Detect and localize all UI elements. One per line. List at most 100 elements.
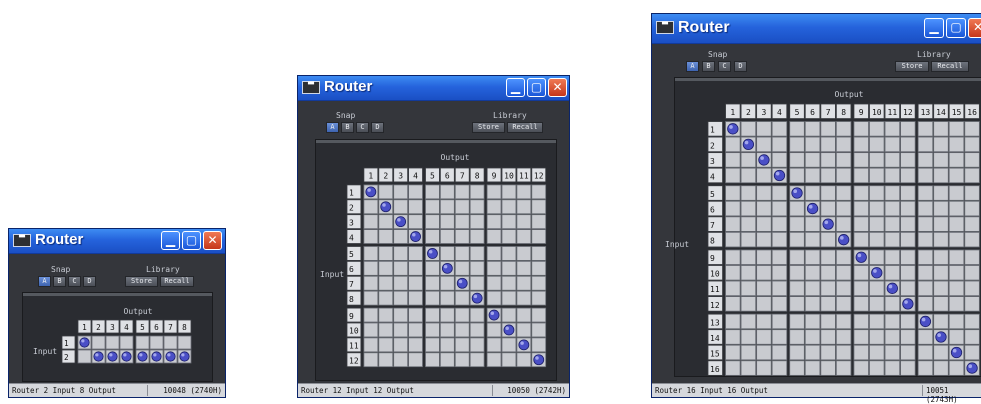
matrix-cell-7-2[interactable] [378,275,394,291]
matrix-cell-8-16[interactable] [964,231,980,248]
matrix-cell-12-11[interactable] [516,352,532,368]
matrix-cell-3-6[interactable] [804,152,821,168]
route-dot-13-13[interactable] [919,315,932,328]
matrix-cell-10-1[interactable] [725,265,741,281]
matrix-cell-11-13[interactable] [917,280,934,296]
matrix-cell-7-11[interactable] [516,275,532,291]
matrix-cell-8-1[interactable] [725,231,741,248]
matrix-cell-12-10[interactable] [869,296,885,312]
matrix-cell-5-3[interactable] [393,246,408,261]
matrix-cell-5-2[interactable] [378,246,394,261]
matrix-cell-1-12[interactable] [531,184,547,200]
matrix-cell-12-2[interactable] [378,352,394,368]
matrix-cell-10-2[interactable] [378,322,394,338]
matrix-cell-4-8[interactable] [835,167,852,184]
matrix-cell-8-1[interactable] [363,290,379,306]
route-dot-8-8[interactable] [471,292,483,304]
matrix-cell-7-15[interactable] [948,216,965,232]
matrix-cell-10-3[interactable] [393,322,408,338]
matrix-cell-2-9[interactable] [853,136,869,153]
matrix-cell-14-1[interactable] [725,329,741,345]
matrix-cell-2-16[interactable] [964,136,980,153]
route-dot-10-10[interactable] [871,267,883,279]
matrix-cell-4-14[interactable] [933,167,949,184]
matrix-cell-3-9[interactable] [853,152,869,168]
matrix-cell-7-12[interactable] [531,275,547,291]
snap-button-d[interactable]: D [83,276,96,287]
matrix-cell-6-14[interactable] [933,200,949,217]
matrix-cell-14-2[interactable] [740,329,757,345]
route-dot-11-11[interactable] [518,339,530,351]
matrix-cell-12-1[interactable] [725,296,741,312]
matrix-cell-1-4[interactable] [408,184,423,200]
route-dot-14-14[interactable] [935,331,947,343]
matrix-cell-14-4[interactable] [771,329,788,345]
matrix-cell-13-10[interactable] [869,313,885,330]
route-dot-3-3[interactable] [758,154,770,166]
matrix-cell-14-10[interactable] [869,329,885,345]
matrix-cell-2-12[interactable] [531,199,547,215]
matrix-cell-3-5[interactable] [789,152,805,168]
matrix-cell-5-10[interactable] [501,246,517,261]
matrix-cell-2-11[interactable] [516,199,532,215]
matrix-cell-10-6[interactable] [439,322,455,338]
matrix-cell-9-8[interactable] [835,249,852,265]
matrix-cell-4-10[interactable] [501,229,517,244]
matrix-cell-4-5[interactable] [425,229,440,244]
matrix-cell-7-11[interactable] [884,216,901,232]
matrix-cell-8-6[interactable] [804,231,821,248]
matrix-cell-3-10[interactable] [501,214,517,229]
matrix-cell-12-3[interactable] [393,352,408,368]
matrix-cell-11-4[interactable] [771,280,788,296]
matrix-cell-10-15[interactable] [948,265,965,281]
matrix-cell-10-2[interactable] [740,265,757,281]
matrix-cell-13-5[interactable] [789,313,805,330]
matrix-cell-9-1[interactable] [725,249,741,265]
matrix-cell-3-11[interactable] [884,152,901,168]
matrix-cell-7-8[interactable] [835,216,852,232]
matrix-cell-1-9[interactable] [853,121,869,137]
matrix-cell-6-8[interactable] [835,200,852,217]
minimize-button[interactable]: ▁ [161,231,180,250]
snap-button-c[interactable]: C [356,122,369,133]
matrix-cell-13-1[interactable] [725,313,741,330]
matrix-cell-7-9[interactable] [853,216,869,232]
matrix-cell-1-7[interactable] [820,121,836,137]
matrix-cell-4-2[interactable] [378,229,394,244]
matrix-cell-7-16[interactable] [964,216,980,232]
matrix-cell-4-11[interactable] [516,229,532,244]
matrix-cell-5-2[interactable] [740,185,757,201]
matrix-cell-6-7[interactable] [820,200,836,217]
matrix-cell-16-12[interactable] [900,360,916,376]
matrix-cell-2-1[interactable] [725,136,741,153]
matrix-cell-11-15[interactable] [948,280,965,296]
matrix-cell-4-12[interactable] [900,167,916,184]
maximize-button[interactable]: ▢ [527,78,546,97]
matrix-cell-8-4[interactable] [408,290,423,306]
matrix-cell-4-1[interactable] [725,167,741,184]
matrix-cell-6-1[interactable] [363,260,379,276]
matrix-cell-4-8[interactable] [469,229,485,244]
snap-button-b[interactable]: B [53,276,66,287]
matrix-cell-15-9[interactable] [853,344,869,361]
matrix-cell-11-5[interactable] [425,337,440,353]
matrix-cell-13-15[interactable] [948,313,965,330]
matrix-cell-12-16[interactable] [964,296,980,312]
matrix-cell-5-3[interactable] [756,185,772,201]
matrix-cell-8-9[interactable] [853,231,869,248]
matrix-cell-6-10[interactable] [501,260,517,276]
snap-button-a[interactable]: A [326,122,339,133]
route-dot-3-3[interactable] [395,216,407,228]
matrix-cell-6-11[interactable] [884,200,901,217]
recall-button[interactable]: Recall [507,122,543,133]
matrix-cell-2-10[interactable] [869,136,885,153]
matrix-cell-5-12[interactable] [531,246,547,261]
matrix-cell-9-7[interactable] [820,249,836,265]
matrix-cell-9-4[interactable] [771,249,788,265]
matrix-cell-11-7[interactable] [454,337,470,353]
matrix-cell-11-6[interactable] [439,337,455,353]
matrix-cell-1-13[interactable] [917,121,934,137]
matrix-cell-7-2[interactable] [740,216,757,232]
minimize-button[interactable]: ▁ [924,18,944,38]
matrix-cell-5-9[interactable] [853,185,869,201]
